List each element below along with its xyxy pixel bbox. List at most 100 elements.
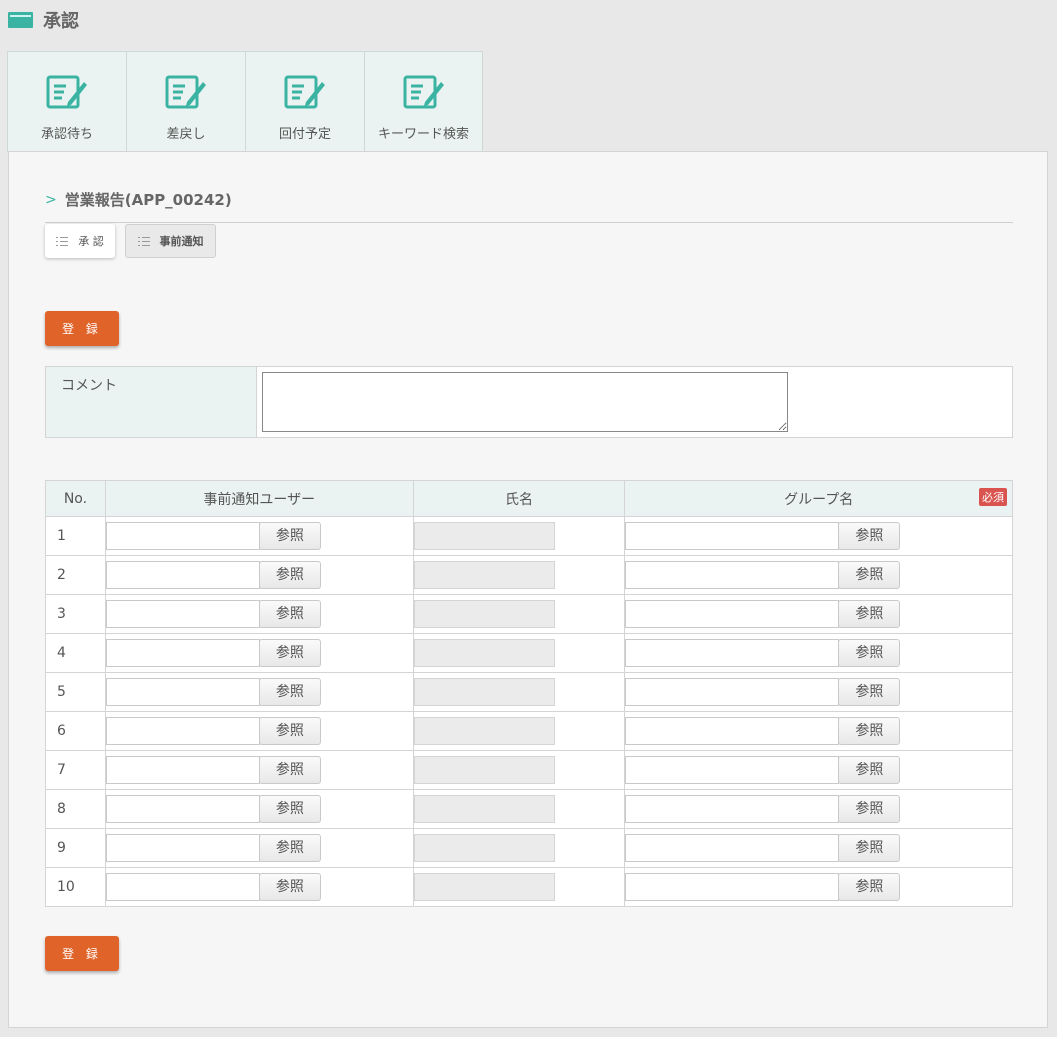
page-header: 承認 — [8, 8, 79, 32]
col-user: 事前通知ユーザー — [104, 480, 414, 517]
group-input[interactable] — [625, 561, 840, 589]
user-input[interactable] — [105, 678, 260, 706]
user-input[interactable] — [105, 522, 260, 550]
user-input[interactable] — [105, 639, 260, 667]
user-cell: 参照 — [104, 555, 414, 595]
user-cell: 参照 — [104, 789, 414, 829]
group-input[interactable] — [625, 756, 840, 784]
group-input[interactable] — [625, 717, 840, 745]
comment-input[interactable] — [262, 372, 788, 432]
user-input[interactable] — [105, 795, 260, 823]
table-row: 3 参照 参照 — [45, 594, 1013, 634]
user-input[interactable] — [105, 756, 260, 784]
notify-table: No. 事前通知ユーザー 氏名 グループ名 必須 1 参照 参照 2 参照 参照 3 参照 参照… — [45, 480, 1013, 907]
group-input[interactable] — [625, 795, 840, 823]
row-no: 9 — [45, 828, 106, 868]
name-field — [413, 756, 555, 784]
group-ref-button[interactable]: 参照 — [838, 795, 901, 823]
comment-row: コメント — [45, 366, 1013, 438]
group-input[interactable] — [625, 834, 840, 862]
group-input[interactable] — [625, 600, 840, 628]
name-field — [413, 717, 555, 745]
subtab-notify[interactable]: 事前通知 — [125, 224, 216, 258]
user-ref-button[interactable]: 参照 — [258, 639, 321, 667]
edit-note-icon — [284, 75, 325, 109]
user-cell: 参照 — [104, 672, 414, 712]
user-input[interactable] — [105, 561, 260, 589]
group-ref-button[interactable]: 参照 — [838, 834, 901, 862]
user-input[interactable] — [105, 873, 260, 901]
required-badge: 必須 — [979, 488, 1007, 506]
name-field — [413, 834, 555, 862]
table-row: 2 参照 参照 — [45, 555, 1013, 595]
name-field — [413, 795, 555, 823]
group-ref-button[interactable]: 参照 — [838, 756, 901, 784]
group-ref-button[interactable]: 参照 — [838, 600, 901, 628]
group-cell: 参照 — [624, 555, 1013, 595]
user-cell: 参照 — [104, 711, 414, 751]
user-ref-button[interactable]: 参照 — [258, 873, 321, 901]
row-no: 8 — [45, 789, 106, 829]
edit-note-icon — [46, 75, 87, 109]
user-input[interactable] — [105, 834, 260, 862]
table-row: 1 参照 参照 — [45, 516, 1013, 556]
table-row: 6 参照 参照 — [45, 711, 1013, 751]
col-group-label: グループ名 — [784, 491, 854, 508]
name-field — [413, 600, 555, 628]
group-ref-button[interactable]: 参照 — [838, 639, 901, 667]
group-input[interactable] — [625, 639, 840, 667]
name-field — [413, 522, 555, 550]
tab-label: 回付予定 — [278, 127, 331, 142]
user-input[interactable] — [105, 600, 260, 628]
group-cell: 参照 — [624, 711, 1013, 751]
group-cell: 参照 — [624, 594, 1013, 634]
edit-note-icon — [403, 75, 444, 109]
group-ref-button[interactable]: 参照 — [838, 678, 901, 706]
user-ref-button[interactable]: 参照 — [258, 522, 321, 550]
group-ref-button[interactable]: 参照 — [838, 561, 901, 589]
table-row: 5 参照 参照 — [45, 672, 1013, 712]
name-field — [413, 678, 555, 706]
user-input[interactable] — [105, 717, 260, 745]
page-title: 承認 — [43, 11, 79, 32]
section-title-text: 営業報告(APP_00242) — [64, 191, 232, 209]
name-field — [413, 561, 555, 589]
user-cell: 参照 — [104, 828, 414, 868]
group-cell: 参照 — [624, 789, 1013, 829]
group-ref-button[interactable]: 参照 — [838, 717, 901, 745]
user-ref-button[interactable]: 参照 — [258, 678, 321, 706]
tab-scheduled[interactable]: 回付予定 — [245, 51, 364, 152]
group-input[interactable] — [625, 678, 840, 706]
tab-pending[interactable]: 承認待ち — [7, 51, 126, 152]
table-row: 7 参照 参照 — [45, 750, 1013, 790]
group-cell: 参照 — [624, 867, 1013, 907]
tab-keyword-search[interactable]: キーワード検索 — [364, 51, 483, 152]
group-cell: 参照 — [624, 672, 1013, 712]
group-ref-button[interactable]: 参照 — [838, 873, 901, 901]
row-no: 10 — [45, 867, 106, 907]
group-input[interactable] — [625, 522, 840, 550]
subtab-approve[interactable]: 承 認 — [45, 224, 115, 258]
table-row: 10 参照 参照 — [45, 867, 1013, 907]
col-no: No. — [45, 480, 106, 517]
row-no: 3 — [45, 594, 106, 634]
user-ref-button[interactable]: 参照 — [258, 600, 321, 628]
tab-returned[interactable]: 差戻し — [126, 51, 245, 152]
user-cell: 参照 — [104, 516, 414, 556]
user-ref-button[interactable]: 参照 — [258, 561, 321, 589]
group-input[interactable] — [625, 873, 840, 901]
subtab-label: 事前通知 — [159, 235, 204, 248]
group-ref-button[interactable]: 参照 — [838, 522, 901, 550]
register-button-bottom[interactable]: 登 録 — [45, 936, 119, 971]
name-cell — [412, 711, 626, 751]
user-ref-button[interactable]: 参照 — [258, 756, 321, 784]
user-cell: 参照 — [104, 594, 414, 634]
table-row: 8 参照 参照 — [45, 789, 1013, 829]
user-ref-button[interactable]: 参照 — [258, 717, 321, 745]
name-cell — [412, 867, 626, 907]
name-cell — [412, 516, 626, 556]
user-ref-button[interactable]: 参照 — [258, 795, 321, 823]
register-button-top[interactable]: 登 録 — [45, 311, 119, 346]
user-cell: 参照 — [104, 750, 414, 790]
user-ref-button[interactable]: 参照 — [258, 834, 321, 862]
